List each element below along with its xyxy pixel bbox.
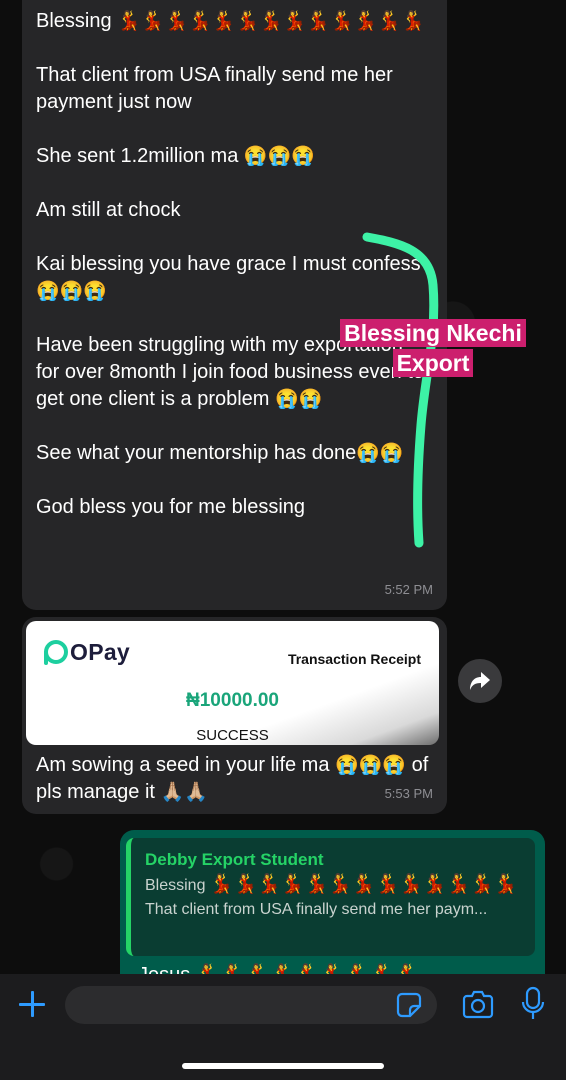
emoji-run: 💃💃💃💃💃💃💃💃💃💃💃💃💃 bbox=[117, 11, 425, 32]
message-paragraph: Blessing 💃💃💃💃💃💃💃💃💃💃💃💃💃 bbox=[36, 8, 431, 35]
outgoing-message-bubble[interactable]: Debby Export Student Blessing 💃💃💃💃💃💃💃💃💃💃… bbox=[120, 830, 545, 990]
incoming-message-bubble[interactable]: Blessing 💃💃💃💃💃💃💃💃💃💃💃💃💃 That client from … bbox=[22, 0, 447, 610]
message-paragraph: Am still at chock bbox=[36, 199, 181, 221]
opay-logo-icon bbox=[42, 639, 68, 666]
message-text: See what your mentorship has done bbox=[36, 442, 357, 464]
opay-brand-name: OPay bbox=[70, 639, 131, 665]
message-paragraph: That client from USA finally send me her… bbox=[36, 64, 393, 113]
emoji-run: 😭😭 bbox=[356, 443, 404, 464]
message-text: Blessing bbox=[36, 10, 118, 32]
message-paragraph: See what your mentorship has done😭😭 bbox=[36, 440, 431, 467]
annotation-label-text: Blessing Nkechi Export bbox=[340, 319, 526, 377]
message-timestamp: 5:52 PM bbox=[384, 582, 433, 597]
message-input[interactable] bbox=[65, 986, 437, 1024]
sticker-icon[interactable] bbox=[396, 992, 422, 1018]
message-text: Am sowing a seed in your life ma bbox=[36, 754, 336, 776]
opay-logo: OPay bbox=[42, 639, 130, 666]
quoted-author: Debby Export Student bbox=[145, 850, 324, 869]
quoted-text-preview: That client from USA finally send me her… bbox=[145, 901, 488, 918]
microphone-icon[interactable] bbox=[520, 986, 546, 1022]
home-indicator bbox=[182, 1063, 384, 1069]
message-text: Blessing bbox=[145, 877, 210, 894]
emoji-run: 😭😭😭 bbox=[243, 146, 315, 167]
forward-button[interactable] bbox=[458, 659, 502, 703]
receipt-status: SUCCESS bbox=[196, 727, 269, 744]
emoji-run: 😭😭 bbox=[275, 389, 323, 410]
image-caption: Am sowing a seed in your life ma 😭😭😭 of … bbox=[26, 745, 443, 806]
message-paragraph: Kai blessing you have grace I must confe… bbox=[36, 251, 431, 305]
message-paragraph: She sent 1.2million ma 😭😭😭 bbox=[36, 143, 431, 170]
receipt-amount: ₦10000.00 bbox=[186, 690, 279, 711]
message-composer bbox=[0, 974, 566, 1080]
emoji-run: 🙏🏼🙏🏼 bbox=[160, 782, 208, 803]
message-paragraph: God bless you for me blessing bbox=[36, 496, 306, 518]
message-text: Kai blessing you have grace I must confe… bbox=[36, 253, 421, 275]
receipt-title: Transaction Receipt bbox=[287, 651, 421, 667]
message-text: She sent 1.2million ma bbox=[36, 145, 244, 167]
forward-icon bbox=[470, 672, 490, 690]
emoji-run: 💃💃💃💃💃💃💃💃💃💃💃💃💃 bbox=[209, 874, 518, 895]
emoji-run: 😭😭😭 bbox=[335, 755, 407, 776]
receipt-image[interactable]: OPay Transaction Receipt ₦10000.00 SUCCE… bbox=[26, 621, 439, 745]
camera-icon[interactable] bbox=[461, 990, 495, 1020]
quoted-reply[interactable]: Debby Export Student Blessing 💃💃💃💃💃💃💃💃💃💃… bbox=[126, 838, 535, 956]
emoji-run: 😭😭😭 bbox=[36, 281, 107, 302]
annotation-label: Blessing Nkechi Export bbox=[331, 318, 535, 378]
message-timestamp: 5:53 PM bbox=[384, 786, 433, 801]
plus-icon[interactable] bbox=[16, 988, 48, 1020]
incoming-image-message-bubble[interactable]: OPay Transaction Receipt ₦10000.00 SUCCE… bbox=[22, 617, 447, 814]
quoted-text: Blessing 💃💃💃💃💃💃💃💃💃💃💃💃💃 bbox=[145, 874, 525, 897]
